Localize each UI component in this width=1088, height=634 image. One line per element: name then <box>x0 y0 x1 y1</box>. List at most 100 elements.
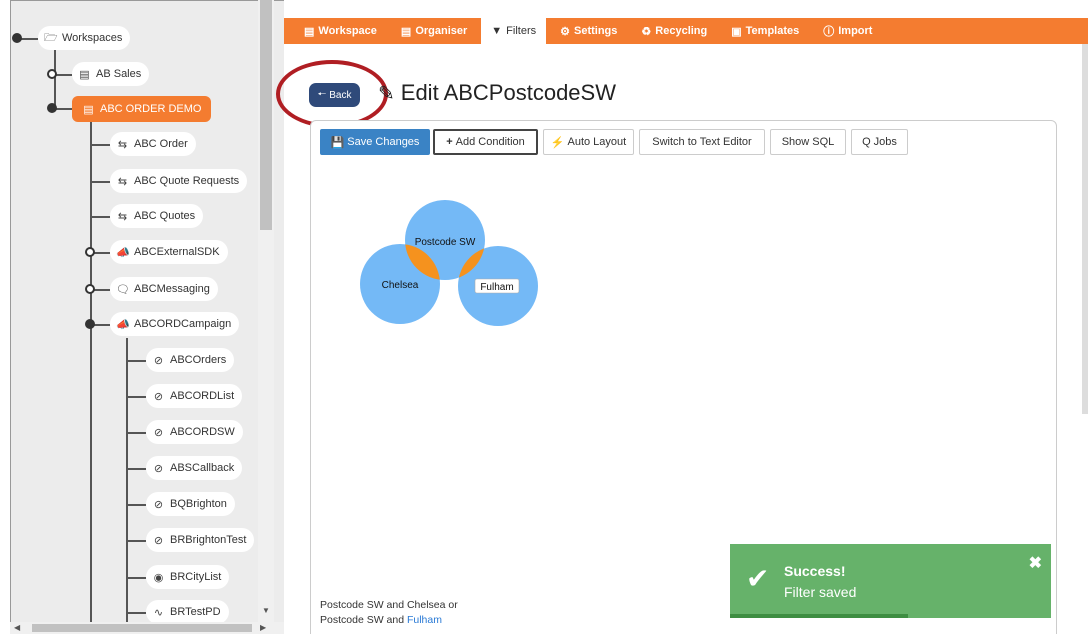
tab-filters[interactable]: ▼ Filters <box>481 18 547 44</box>
collapsed-toggle-icon[interactable] <box>47 69 57 79</box>
tree-item-label: BRBrightonTest <box>170 534 247 546</box>
tab-label: Settings <box>574 25 618 37</box>
tree-item-label: ABCORDSW <box>170 426 235 438</box>
tree-connector <box>90 120 92 634</box>
save-icon: 💾 <box>330 136 345 149</box>
hscroll-thumb[interactable] <box>32 624 252 632</box>
tree-item-label: ABCORDList <box>170 390 235 402</box>
eye-icon: ◉ <box>153 571 164 584</box>
add-condition-label: Add Condition <box>455 136 525 148</box>
tree-item-label: ABC Quote Requests <box>134 175 240 187</box>
tree-item-bqbrighton[interactable]: ⊘ BQBrighton <box>146 492 235 516</box>
eye-slash-icon: ⊘ <box>153 390 164 403</box>
tree-item-label: Workspaces <box>62 32 123 44</box>
venn-diagram[interactable]: Postcode SW Chelsea Fulham <box>355 195 555 330</box>
collapsed-toggle-icon[interactable] <box>85 284 95 294</box>
summary-fulham-link[interactable]: Fulham <box>407 614 442 626</box>
tab-recycling[interactable]: ♻ Recycling <box>641 18 707 44</box>
tree-item-abcmessaging[interactable]: 🗨 ABCMessaging <box>110 277 218 301</box>
tab-workspace[interactable]: ▤ Workspace <box>304 18 377 44</box>
venn-label-postcode-sw: Postcode SW <box>415 237 476 248</box>
scroll-thumb[interactable] <box>260 0 272 230</box>
tab-label: Organiser <box>415 25 468 37</box>
text-editor-label: Switch to Text Editor <box>652 136 752 148</box>
tab-import[interactable]: ⓘ Import <box>823 18 872 44</box>
tree-item-label: BRTestPD <box>170 606 221 618</box>
expanded-toggle-icon[interactable] <box>85 319 95 329</box>
app-window: 🗁 Workspaces ▤ AB Sales ▤ ABC ORDER DEMO ⇆ ABC … <box>0 0 1088 634</box>
filter-icon: ▼ <box>491 25 503 37</box>
tree-item-abcordsw[interactable]: ⊘ ABCORDSW <box>146 420 243 444</box>
tree-item-label: ABC Quotes <box>134 210 196 222</box>
add-condition-button[interactable]: + Add Condition <box>433 129 538 155</box>
checkmark-icon: ✔ <box>746 563 770 594</box>
scroll-left-arrow-icon[interactable]: ◀ <box>14 623 20 632</box>
page-title: ✎ Edit ABCPostcodeSW <box>378 80 616 106</box>
tree-item-abc-order[interactable]: ⇆ ABC Order <box>110 132 196 156</box>
auto-layout-label: Auto Layout <box>567 136 627 148</box>
scroll-right-arrow-icon[interactable]: ▶ <box>260 623 266 632</box>
tree-connector <box>126 612 146 614</box>
workspace-icon: ▤ <box>304 25 315 38</box>
megaphone-icon: 📣 <box>116 318 130 331</box>
close-icon[interactable]: ✖ <box>1029 553 1042 573</box>
tab-organiser[interactable]: ▤ Organiser <box>401 18 467 44</box>
tree-item-abc-quote-requests[interactable]: ⇆ ABC Quote Requests <box>110 169 248 193</box>
toast-progress-bar <box>730 614 908 618</box>
page-scrollbar[interactable] <box>1082 44 1088 414</box>
scroll-down-arrow-icon[interactable]: ▼ <box>262 606 270 615</box>
sync-arrows-icon: ⇆ <box>117 138 128 151</box>
tree-root-workspaces[interactable]: 🗁 Workspaces <box>38 26 131 50</box>
tab-label: Import <box>838 25 873 37</box>
collapsed-toggle-icon[interactable] <box>85 247 95 257</box>
tab-label: Workspace <box>318 25 377 37</box>
expanded-toggle-icon[interactable] <box>12 33 22 43</box>
summary-line-2: Postcode SW and Fulham <box>320 613 458 628</box>
eye-slash-icon: ⊘ <box>153 462 164 475</box>
venn-label-chelsea: Chelsea <box>382 280 419 291</box>
save-changes-button[interactable]: 💾 Save Changes <box>320 129 430 155</box>
save-changes-label: Save Changes <box>347 136 420 148</box>
top-nav-bar: ▤ Workspace ▤ Organiser ▼ Filters ⚙ Settings ♻ Re… <box>284 18 1088 44</box>
tree-item-label: BRCityList <box>170 571 222 583</box>
switch-to-text-editor-button[interactable]: Switch to Text Editor <box>639 129 765 155</box>
chart-line-icon: ∿ <box>153 606 164 619</box>
tree-item-brbrightontest[interactable]: ⊘ BRBrightonTest <box>146 528 255 552</box>
tree-item-label: ABC ORDER DEMO <box>100 103 202 115</box>
tree-item-abc-order-demo[interactable]: ▤ ABC ORDER DEMO <box>72 96 212 122</box>
auto-layout-button[interactable]: ⚡ Auto Layout <box>543 129 634 155</box>
toast-title: Success! <box>784 563 846 579</box>
show-sql-label: Show SQL <box>781 136 835 148</box>
show-sql-button[interactable]: Show SQL <box>770 129 846 155</box>
q-jobs-button[interactable]: Q Jobs <box>851 129 908 155</box>
tab-label: Recycling <box>655 25 708 37</box>
tree-item-abc-quotes[interactable]: ⇆ ABC Quotes <box>110 204 204 228</box>
summary-line-1: Postcode SW and Chelsea or <box>320 599 458 611</box>
tree-connector <box>90 144 110 146</box>
tree-connector <box>126 468 146 470</box>
page-title-text: Edit ABCPostcodeSW <box>400 80 616 105</box>
sync-arrows-icon: ⇆ <box>117 210 128 223</box>
tree-item-label: ABCOrders <box>170 354 227 366</box>
workspace-icon: ▤ <box>79 68 90 81</box>
tree-item-abscallback[interactable]: ⊘ ABSCallback <box>146 456 243 480</box>
tree-item-label: ABCExternalSDK <box>134 246 220 258</box>
tab-templates[interactable]: ▣ Templates <box>731 18 799 44</box>
filter-summary: Postcode SW and Chelsea or Postcode SW a… <box>320 598 458 628</box>
sync-arrows-icon: ⇆ <box>117 175 128 188</box>
tree-item-brcitylist[interactable]: ◉ BRCityList <box>146 565 230 589</box>
tree-item-abcexternalsdk[interactable]: 📣 ABCExternalSDK <box>110 240 228 264</box>
tree-item-abcordcampaign[interactable]: 📣 ABCORDCampaign <box>110 312 240 336</box>
tab-settings[interactable]: ⚙ Settings <box>560 18 617 44</box>
tree-item-ab-sales[interactable]: ▤ AB Sales <box>72 62 150 86</box>
tree-vertical-scrollbar[interactable]: ▼ <box>258 0 274 622</box>
book-icon: ▤ <box>400 25 412 38</box>
tree-connector <box>90 181 110 183</box>
tree-item-abcordlist[interactable]: ⊘ ABCORDList <box>146 384 243 408</box>
tree-connector <box>126 338 128 634</box>
tree-item-abcorders[interactable]: ⊘ ABCOrders <box>146 348 235 372</box>
tree-connector <box>126 396 146 398</box>
expanded-toggle-icon[interactable] <box>47 103 57 113</box>
tree-item-brtestpd[interactable]: ∿ BRTestPD <box>146 600 229 624</box>
tree-horizontal-scrollbar[interactable]: ◀ ▶ <box>10 622 284 634</box>
